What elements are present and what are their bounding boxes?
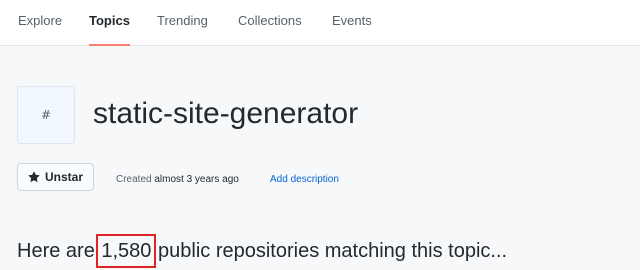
tab-trending[interactable]: Trending	[157, 0, 208, 46]
repo-count: 1,580	[96, 234, 157, 268]
page-title: static-site-generator	[93, 97, 359, 130]
created-info: Created almost 3 years ago	[116, 174, 239, 186]
repo-count-suffix: public repositories matching this topic.…	[158, 240, 508, 262]
tab-explore[interactable]: Explore	[18, 0, 62, 46]
star-icon	[28, 171, 40, 183]
top-navigation: Explore Topics Trending Collections Even…	[0, 0, 640, 46]
repo-count-heading: Here are 1,580 public repositories match…	[17, 234, 508, 268]
topic-avatar: #	[17, 86, 75, 144]
tab-topics[interactable]: Topics	[89, 0, 130, 46]
tab-collections[interactable]: Collections	[238, 0, 302, 46]
add-description-link[interactable]: Add description	[270, 174, 339, 186]
tab-events[interactable]: Events	[332, 0, 372, 46]
repo-count-prefix: Here are	[17, 240, 95, 262]
unstar-label: Unstar	[45, 170, 84, 184]
unstar-button[interactable]: Unstar	[17, 163, 95, 191]
created-prefix: Created	[116, 174, 152, 185]
created-ago: almost 3 years ago	[154, 174, 239, 185]
